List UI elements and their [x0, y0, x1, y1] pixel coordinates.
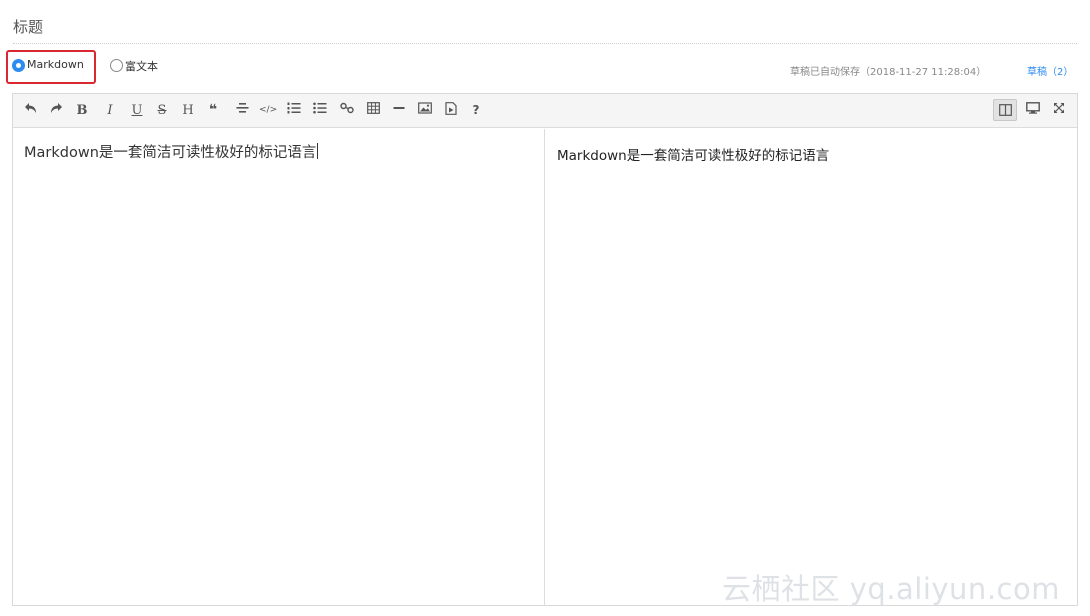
heading-icon[interactable]: H — [181, 102, 195, 119]
markdown-preview-pane: Markdown是一套简洁可读性极好的标记语言 — [546, 129, 1077, 605]
editor-toolbar: B I U S H ❝ </> ? — [13, 94, 1077, 128]
unordered-list-icon[interactable] — [312, 102, 328, 119]
align-center-icon[interactable] — [234, 102, 250, 119]
quote-icon[interactable]: ❝ — [206, 102, 220, 119]
redo-icon[interactable] — [48, 102, 64, 119]
markdown-source-pane[interactable]: Markdown是一套简洁可读性极好的标记语言 — [13, 129, 545, 605]
autosave-status: 草稿已自动保存（2018-11-27 11:28:04） — [790, 67, 987, 78]
markdown-editor: B I U S H ❝ </> ? Markdown是一套简洁可读性极好的标记语… — [12, 93, 1078, 606]
video-icon[interactable] — [443, 102, 459, 119]
editor-mode-row: Markdown 富文本 草稿已自动保存（2018-11-27 11:28:04… — [0, 50, 1090, 84]
drafts-link[interactable]: 草稿（2） — [1027, 63, 1073, 78]
fullscreen-icon[interactable] — [1051, 102, 1067, 119]
code-icon[interactable]: </> — [259, 102, 277, 119]
text-caret — [317, 143, 319, 159]
split-view-icon[interactable] — [993, 99, 1017, 121]
rich-text-radio-label[interactable]: 富文本 — [125, 58, 158, 74]
title-placeholder: 标题 — [13, 18, 44, 36]
italic-icon[interactable]: I — [103, 102, 117, 119]
underline-icon[interactable]: U — [130, 102, 144, 119]
rich-text-radio[interactable] — [110, 59, 123, 72]
bold-icon[interactable]: B — [75, 102, 89, 119]
watermark: 云栖社区 yq.aliyun.com — [722, 572, 1060, 606]
image-icon[interactable] — [417, 102, 433, 119]
table-icon[interactable] — [365, 102, 381, 119]
title-field[interactable]: 标题 — [13, 8, 1077, 44]
markdown-radio[interactable] — [12, 59, 25, 72]
strikethrough-icon[interactable]: S — [155, 102, 169, 119]
help-icon[interactable]: ? — [469, 102, 483, 119]
markdown-source-content: Markdown是一套简洁可读性极好的标记语言 — [24, 145, 317, 161]
markdown-radio-label[interactable]: Markdown — [27, 58, 84, 71]
undo-icon[interactable] — [23, 102, 39, 119]
horizontal-rule-icon[interactable] — [391, 102, 407, 119]
ordered-list-icon[interactable] — [286, 102, 302, 119]
markdown-preview-text: Markdown是一套简洁可读性极好的标记语言 — [557, 148, 830, 164]
link-icon[interactable] — [339, 102, 355, 119]
markdown-source-text[interactable]: Markdown是一套简洁可读性极好的标记语言 — [24, 141, 319, 162]
preview-icon[interactable] — [1024, 102, 1042, 119]
